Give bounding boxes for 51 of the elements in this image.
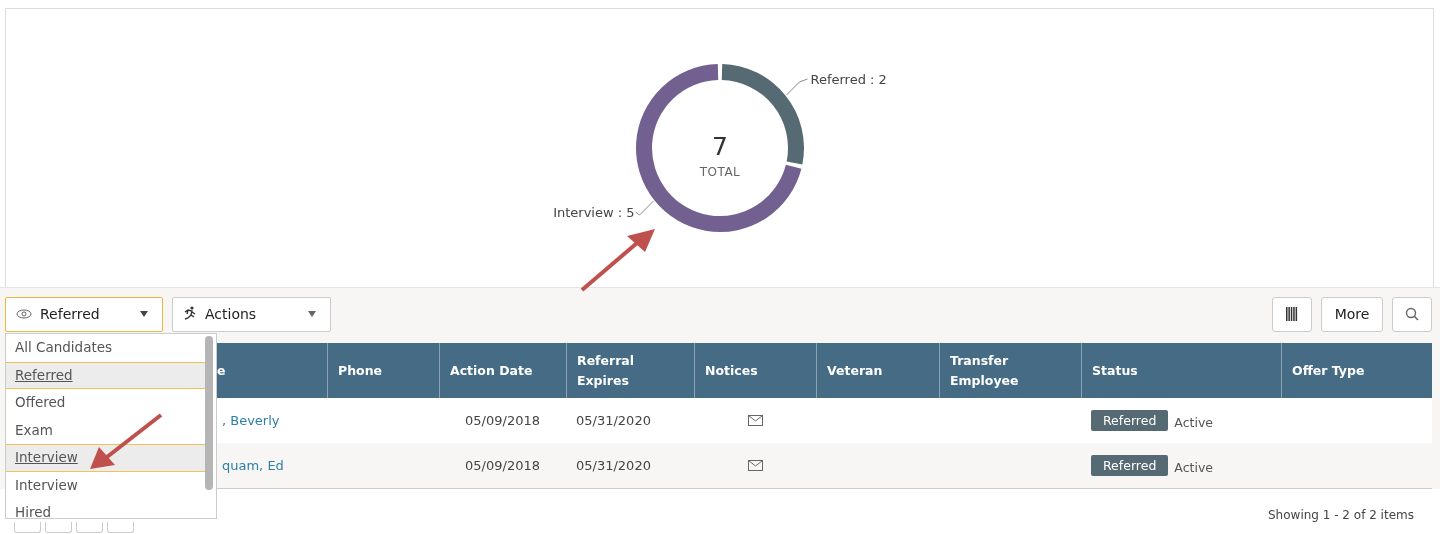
caret-icon bbox=[308, 311, 316, 317]
leader-line bbox=[785, 78, 808, 96]
envelope-icon[interactable] bbox=[747, 460, 763, 471]
pagination-button[interactable] bbox=[107, 522, 134, 533]
leader-line bbox=[634, 200, 654, 216]
column-header: Action Date bbox=[450, 361, 533, 380]
eye-icon bbox=[16, 309, 32, 319]
menu-item[interactable]: Interview bbox=[6, 444, 205, 472]
column-header: Transfer Employee bbox=[950, 351, 1020, 390]
pagination-summary: Showing 1 - 2 of 2 items bbox=[1268, 508, 1414, 522]
pagination-button[interactable] bbox=[45, 522, 72, 533]
slice-label: Interview : 5 bbox=[552, 205, 635, 220]
status-badge: Referred bbox=[1091, 410, 1169, 431]
search-icon bbox=[1405, 307, 1419, 321]
menu-item[interactable]: Interview bbox=[6, 471, 205, 499]
actions-dropdown[interactable]: Actions bbox=[172, 296, 331, 332]
status-text: Active bbox=[1174, 460, 1213, 475]
column-header: Offer Type bbox=[1292, 361, 1365, 380]
menu-item[interactable]: Offered bbox=[6, 389, 205, 417]
pagination-button[interactable] bbox=[76, 522, 103, 533]
running-person-icon bbox=[183, 306, 197, 322]
column-header: Referral Expires bbox=[577, 351, 636, 390]
column-header: Notices bbox=[705, 361, 758, 380]
status-badge: Referred bbox=[1091, 455, 1169, 476]
candidate-name-link[interactable]: quam, Ed bbox=[222, 458, 284, 473]
column-header: Status bbox=[1092, 361, 1138, 380]
menu-item[interactable]: All Candidates bbox=[6, 334, 205, 362]
table-cell: 05/31/2020 bbox=[576, 458, 651, 473]
menu-item[interactable]: Hired bbox=[6, 499, 205, 518]
column-header: e bbox=[217, 361, 226, 380]
table-cell: 05/31/2020 bbox=[576, 413, 651, 428]
columns-button[interactable] bbox=[1272, 296, 1312, 332]
table-cell: 05/09/2018 bbox=[465, 413, 540, 428]
candidate-name-link[interactable]: , Beverly bbox=[222, 413, 280, 428]
more-button[interactable]: More bbox=[1321, 296, 1383, 332]
column-header: Phone bbox=[338, 361, 383, 380]
columns-icon bbox=[1286, 307, 1298, 321]
caret-icon bbox=[140, 311, 148, 317]
view-dropdown[interactable]: Referred bbox=[5, 296, 163, 332]
menu-item[interactable]: Exam bbox=[6, 416, 205, 444]
search-button[interactable] bbox=[1392, 296, 1432, 332]
pagination-button[interactable] bbox=[14, 522, 41, 533]
table-cell: 05/09/2018 bbox=[465, 458, 540, 473]
menu-item[interactable]: Referred bbox=[6, 361, 205, 389]
slice-label: Referred : 2 bbox=[809, 72, 887, 87]
scrollbar-thumb[interactable] bbox=[205, 336, 213, 490]
status-text: Active bbox=[1174, 415, 1213, 430]
total-label: TOTAL bbox=[699, 165, 740, 179]
envelope-icon[interactable] bbox=[747, 415, 763, 426]
column-header: Veteran bbox=[827, 361, 883, 380]
total-value: 7 bbox=[711, 132, 728, 161]
